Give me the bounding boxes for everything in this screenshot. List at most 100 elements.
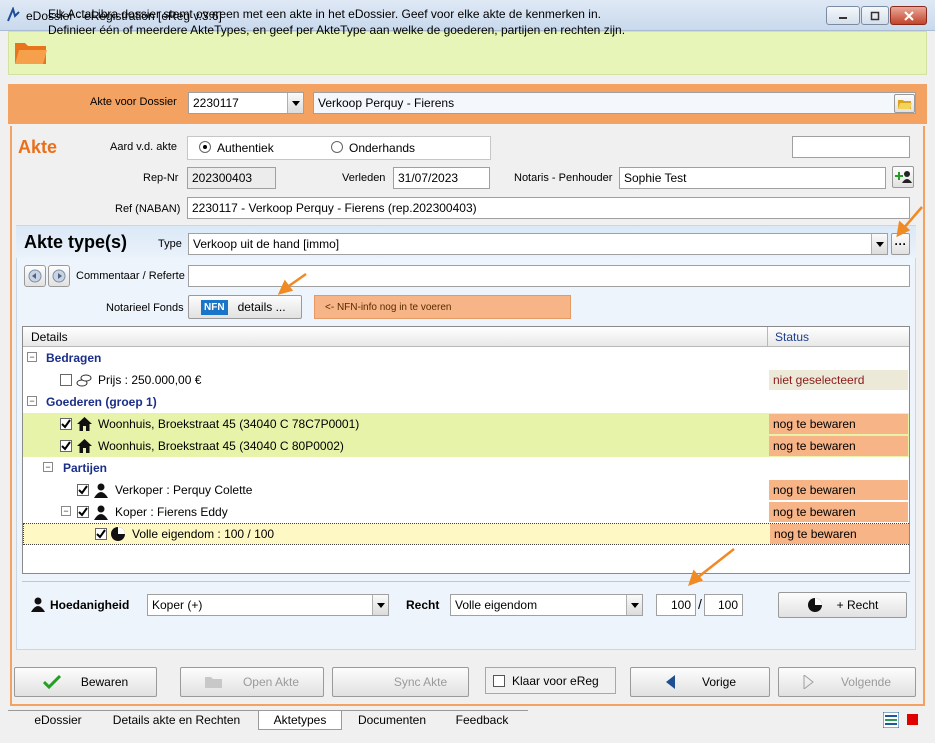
folder-open-icon xyxy=(897,99,912,109)
open-akte-button[interactable]: Open Akte xyxy=(180,667,324,697)
open-akte-label: Open Akte xyxy=(242,675,300,689)
share-numerator: 100 xyxy=(670,598,691,612)
akte-extra-field[interactable] xyxy=(792,136,910,158)
bewaren-button[interactable]: Bewaren xyxy=(14,667,157,697)
next-type-button[interactable] xyxy=(48,265,70,287)
collapse-icon[interactable]: − xyxy=(27,396,37,406)
info-line-2: Definieer één of meerdere AkteTypes, en … xyxy=(48,23,626,37)
hoedanigheid-select[interactable]: Koper (+) xyxy=(147,594,389,616)
radio-onderhands-label[interactable]: Onderhands xyxy=(349,141,415,155)
notaris-field[interactable]: Sophie Test xyxy=(619,167,886,189)
radio-onderhands[interactable] xyxy=(331,141,343,153)
house-icon xyxy=(77,439,92,453)
checkmark-icon xyxy=(96,529,106,539)
recht-value: Volle eigendom xyxy=(455,598,538,612)
row-label: Woonhuis, Broekstraat 45 (34040 C 78C7P0… xyxy=(98,417,360,431)
row-checkbox[interactable] xyxy=(95,528,107,540)
commentaar-field[interactable] xyxy=(188,265,910,287)
grid-row-partijen[interactable]: − Partijen xyxy=(23,457,909,479)
col-status-header[interactable]: Status xyxy=(775,330,809,344)
grid-row-woonhuis-1[interactable]: Woonhuis, Broekstraat 45 (34040 C 78C7P0… xyxy=(23,413,909,435)
add-notaris-button[interactable] xyxy=(892,166,914,188)
grid-row-prijs[interactable]: Prijs : 250.000,00 € niet geselecteerd xyxy=(23,369,909,391)
add-recht-button[interactable]: + Recht xyxy=(778,592,907,618)
grid-row-koper[interactable]: − Koper : Fierens Eddy nog te bewaren xyxy=(23,501,909,523)
radio-authentiek[interactable] xyxy=(199,141,211,153)
type-more-button[interactable]: ··· xyxy=(891,233,910,255)
recht-dropdown-button[interactable] xyxy=(626,595,642,615)
row-checkbox[interactable] xyxy=(60,440,72,452)
share-numerator-field[interactable]: 100 xyxy=(656,594,696,616)
collapse-icon[interactable]: − xyxy=(43,462,53,472)
row-checkbox[interactable] xyxy=(77,506,89,518)
row-checkbox[interactable] xyxy=(60,418,72,430)
verleden-field[interactable]: 31/07/2023 xyxy=(393,167,490,189)
dossier-dropdown-button[interactable] xyxy=(287,93,303,113)
close-button[interactable] xyxy=(890,6,927,25)
tab-documenten[interactable]: Documenten xyxy=(348,711,436,730)
bewaren-label: Bewaren xyxy=(80,675,129,689)
divider xyxy=(22,581,910,582)
nfn-info-box: <- NFN-info nog in te voeren xyxy=(314,295,571,319)
right-pie-icon xyxy=(807,598,822,612)
maximize-button[interactable] xyxy=(861,6,889,25)
add-person-icon xyxy=(895,171,912,183)
tab-edossier[interactable]: eDossier xyxy=(22,711,94,730)
recht-select[interactable]: Volle eigendom xyxy=(450,594,643,616)
grid-row-bedragen[interactable]: − Bedragen xyxy=(23,347,909,369)
share-denominator-field[interactable]: 100 xyxy=(704,594,743,616)
row-checkbox[interactable] xyxy=(60,374,72,386)
house-icon xyxy=(77,417,92,431)
folder-icon xyxy=(15,43,47,64)
row-status: nog te bewaren xyxy=(770,524,909,544)
close-icon xyxy=(903,10,914,21)
coins-icon xyxy=(76,374,92,387)
klaar-checkbox-group[interactable]: Klaar voor eReg xyxy=(485,667,616,694)
sync-akte-button[interactable]: Sync Akte xyxy=(332,667,469,697)
collapse-icon[interactable]: − xyxy=(27,352,37,362)
grid-row-goederen[interactable]: − Goederen (groep 1) xyxy=(23,391,909,413)
type-select[interactable]: Verkoop uit de hand [immo] xyxy=(188,233,888,255)
volgende-button[interactable]: Volgende xyxy=(778,667,916,697)
collapse-icon[interactable]: − xyxy=(61,506,71,516)
vorige-button[interactable]: Vorige xyxy=(630,667,770,697)
hoedanigheid-dropdown-button[interactable] xyxy=(372,595,388,615)
type-label: Type xyxy=(158,238,182,250)
checkmark-icon xyxy=(78,485,88,495)
row-status: nog te bewaren xyxy=(769,414,908,434)
tab-details-akte[interactable]: Details akte en Rechten xyxy=(100,711,253,730)
tab-aktetypes[interactable]: Aktetypes xyxy=(258,711,342,730)
klaar-checkbox[interactable] xyxy=(493,675,505,687)
radio-authentiek-label[interactable]: Authentiek xyxy=(217,141,274,155)
recht-label: Recht xyxy=(406,598,440,612)
row-label: Woonhuis, Broekstraat 45 (34040 C 80P000… xyxy=(98,439,344,453)
ellipsis-icon: ··· xyxy=(894,237,907,251)
row-checkbox[interactable] xyxy=(77,484,89,496)
maximize-icon xyxy=(870,11,880,20)
tab-feedback[interactable]: Feedback xyxy=(444,711,520,730)
nfn-details-button[interactable]: NFN details ... xyxy=(188,295,302,319)
grid-row-verkoper[interactable]: Verkoper : Perquy Colette nog te bewaren xyxy=(23,479,909,501)
grid-row-woonhuis-2[interactable]: Woonhuis, Broekstraat 45 (34040 C 80P000… xyxy=(23,435,909,457)
ref-field[interactable]: 2230117 - Verkoop Perquy - Fierens (rep.… xyxy=(187,197,910,219)
col-details-header[interactable]: Details xyxy=(31,330,68,344)
nfn-details-label: details ... xyxy=(237,300,286,314)
arrow-left-icon xyxy=(665,675,675,689)
notaris-label: Notaris - Penhouder xyxy=(514,172,613,184)
status-indicator-icon xyxy=(907,714,918,725)
open-dossier-button[interactable] xyxy=(894,94,915,113)
dossier-select[interactable]: 2230117 xyxy=(188,92,304,114)
checkmark-icon xyxy=(78,507,88,517)
list-icon[interactable] xyxy=(883,712,899,728)
sync-akte-label: Sync Akte xyxy=(393,675,448,689)
aktetypes-heading: Akte type(s) xyxy=(24,232,128,252)
row-label: Prijs : 250.000,00 € xyxy=(98,373,202,387)
type-dropdown-button[interactable] xyxy=(871,234,887,254)
info-text: Elk ActaLibra dossier stemt overeen met … xyxy=(48,6,625,38)
previous-type-button[interactable] xyxy=(24,265,46,287)
minimize-button[interactable] xyxy=(826,6,860,25)
dossier-name: Verkoop Perquy - Fierens xyxy=(318,96,455,110)
arrow-right-icon xyxy=(803,675,814,689)
grid-row-volle-eigendom[interactable]: Volle eigendom : 100 / 100 nog te beware… xyxy=(23,523,909,545)
col-divider xyxy=(767,327,768,347)
